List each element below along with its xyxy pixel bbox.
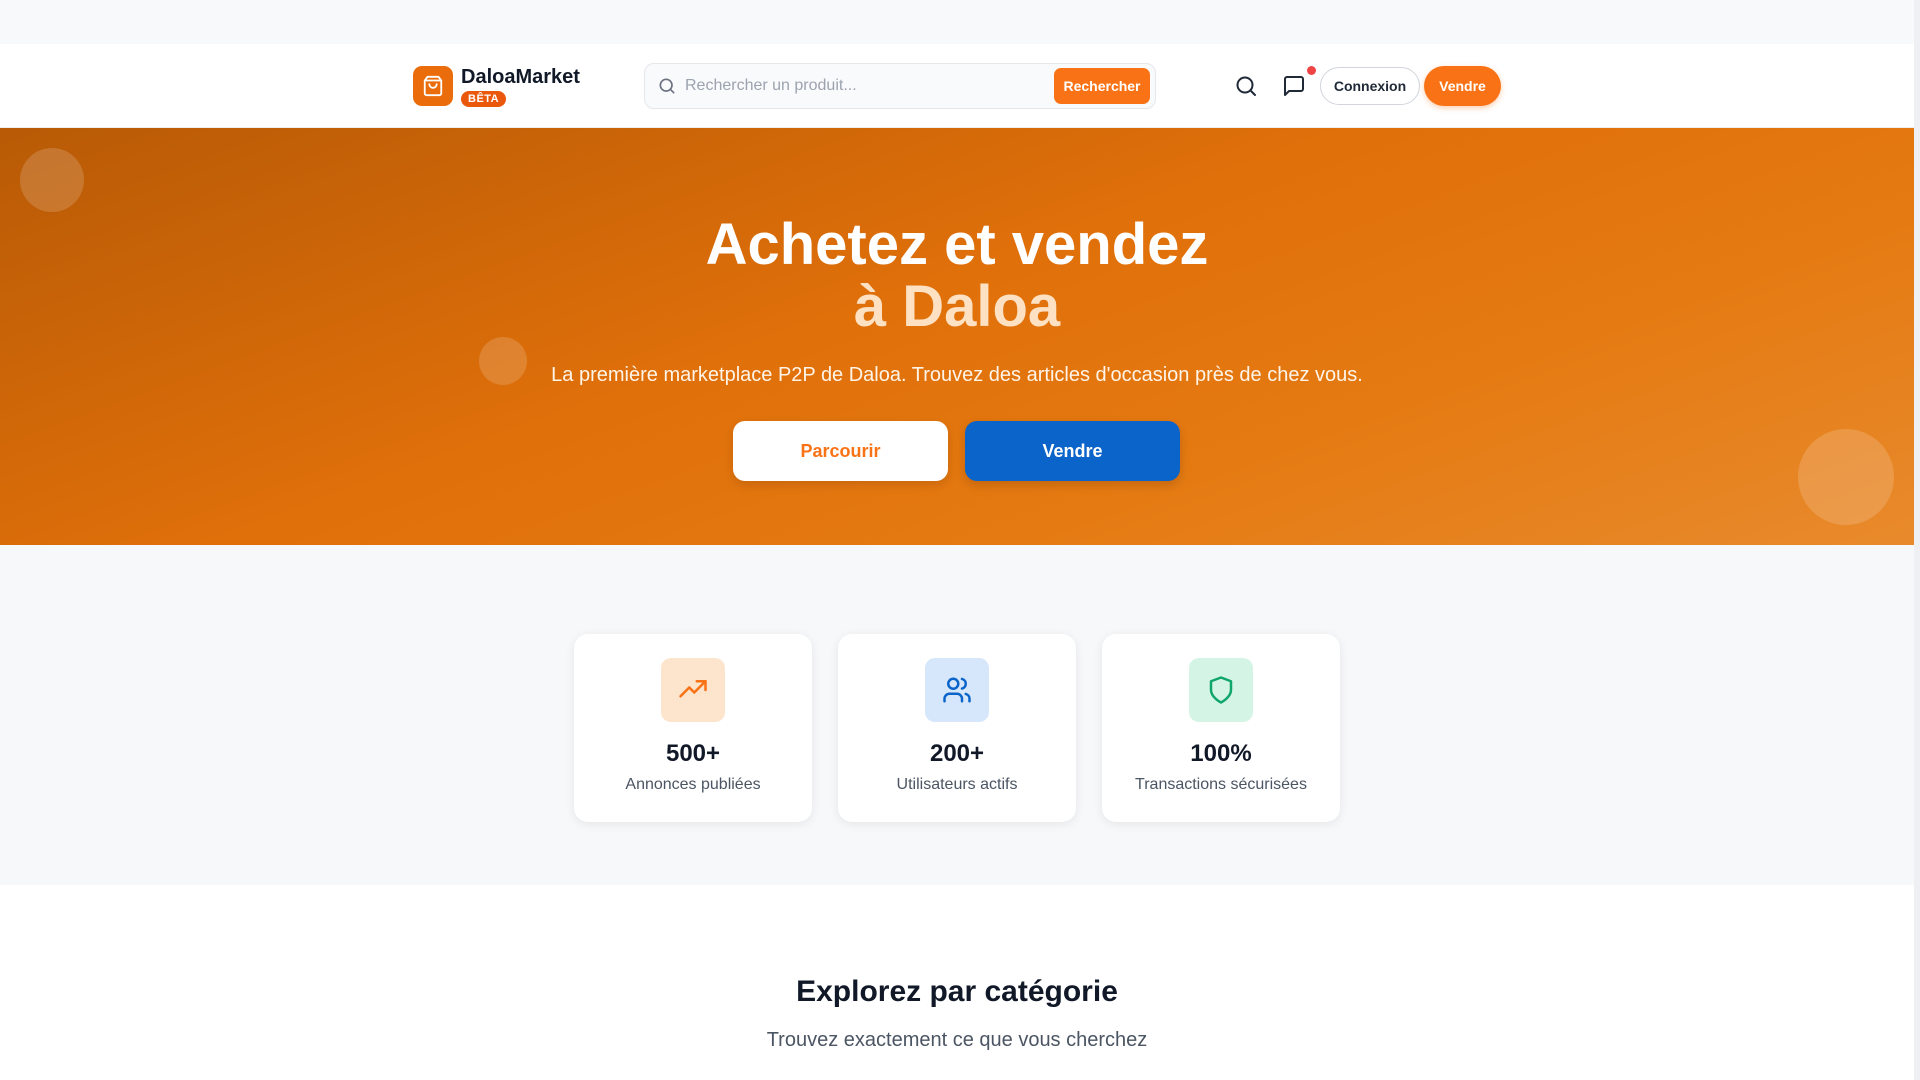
top-strip xyxy=(0,0,1920,44)
search-icon[interactable] xyxy=(1232,72,1260,100)
hero-title-highlight: à Daloa xyxy=(853,274,1061,339)
hero-subtitle: La première marketplace P2P de Daloa. Tr… xyxy=(551,364,1363,386)
brand-name: DaloaMarket xyxy=(461,66,580,88)
categories-title: Explorez par catégorie xyxy=(796,975,1118,1008)
stat-label: Transactions sécurisées xyxy=(1135,776,1307,793)
stat-card-transactions: 100% Transactions sécurisées xyxy=(1102,634,1340,822)
stat-value: 500+ xyxy=(665,740,721,767)
sell-button-header[interactable]: Vendre xyxy=(1424,66,1501,106)
search-icon xyxy=(659,78,675,94)
scrollbar[interactable] xyxy=(1914,0,1920,1080)
stat-card-listings: 500+ Annonces publiées xyxy=(574,634,812,822)
sell-button-hero[interactable]: Vendre xyxy=(965,421,1180,481)
beta-badge: BÊTA xyxy=(461,91,507,107)
users-icon xyxy=(925,658,989,722)
decorative-circle xyxy=(20,148,84,212)
categories-section: Explorez par catégorie Trouvez exactemen… xyxy=(0,885,1914,1080)
stat-value: 200+ xyxy=(929,740,985,767)
stat-label: Annonces publiées xyxy=(625,776,761,793)
stat-label: Utilisateurs actifs xyxy=(896,776,1018,793)
search-button[interactable]: Rechercher xyxy=(1054,68,1150,104)
search-bar: Rechercher xyxy=(644,63,1156,109)
hero-title: Achetez et vendez xyxy=(705,212,1209,277)
hero-section: Achetez et vendez à Daloa La première ma… xyxy=(0,128,1914,545)
decorative-circle xyxy=(1798,429,1894,525)
browse-button[interactable]: Parcourir xyxy=(733,421,948,481)
message-icon[interactable] xyxy=(1280,66,1316,100)
shield-icon xyxy=(1189,658,1253,722)
stats-section: 500+ Annonces publiées 200+ Utilisateurs… xyxy=(0,545,1914,885)
search-input[interactable] xyxy=(685,77,1045,95)
login-button[interactable]: Connexion xyxy=(1320,67,1420,105)
stat-card-users: 200+ Utilisateurs actifs xyxy=(838,634,1076,822)
stat-value: 100% xyxy=(1190,740,1252,767)
site-header: DaloaMarket BÊTA Rechercher Connexion Ve… xyxy=(0,44,1914,128)
notification-dot xyxy=(1307,66,1316,75)
categories-subtitle: Trouvez exactement ce que vous cherchez xyxy=(766,1029,1148,1051)
trending-up-icon xyxy=(661,658,725,722)
shopping-bag-icon xyxy=(413,66,453,106)
logo[interactable]: DaloaMarket BÊTA xyxy=(413,66,580,107)
